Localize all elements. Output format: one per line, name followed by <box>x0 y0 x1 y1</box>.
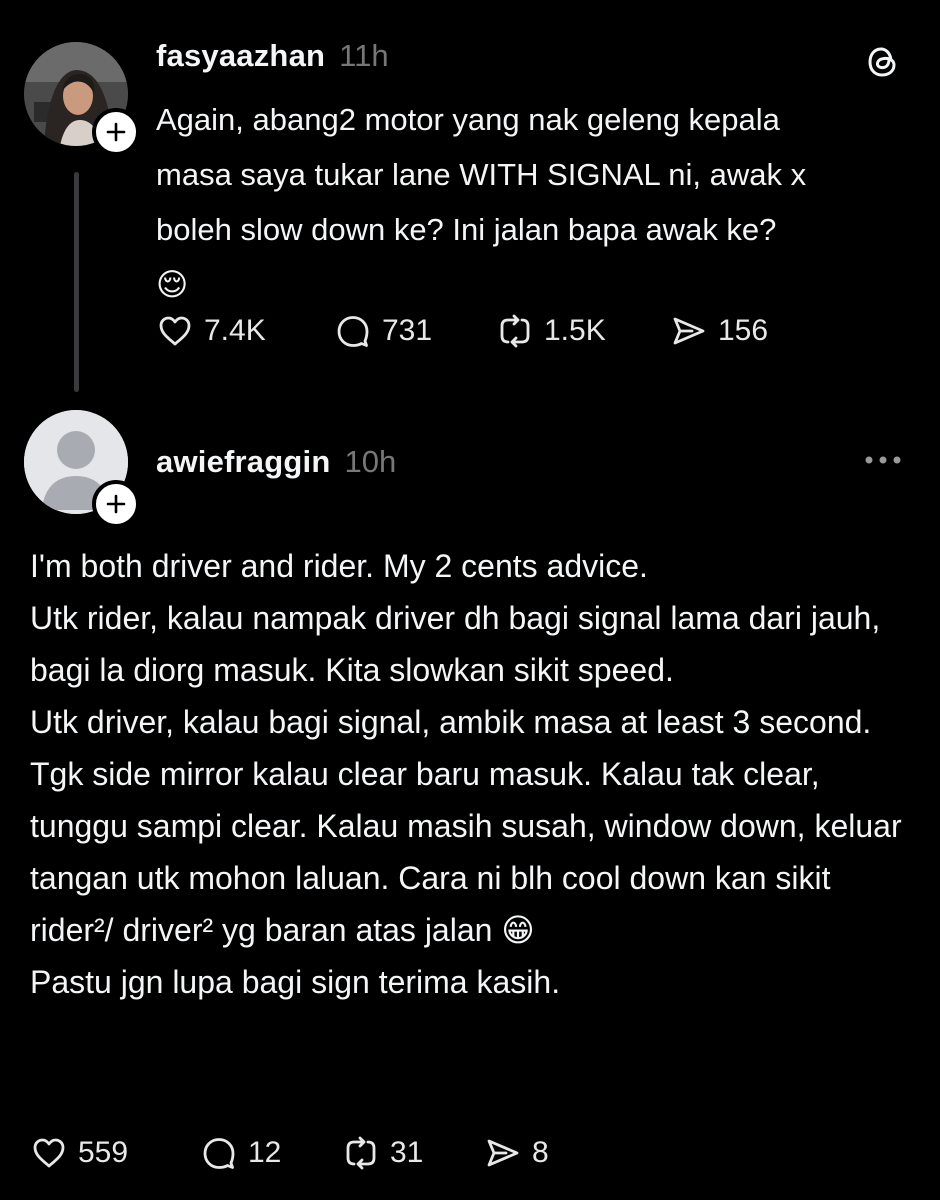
threads-conversation: fasyaazhan 11h Again, abang2 motor yang … <box>0 0 940 1200</box>
post-paragraph: Pastu jgn lupa bagi sign terima kasih. <box>30 964 561 1000</box>
post-actions: 559 12 31 8 <box>30 1134 549 1172</box>
heart-icon <box>33 1138 65 1168</box>
repost-icon <box>346 1136 376 1170</box>
post-header: fasyaazhan 11h <box>156 38 389 74</box>
post-header: awiefraggin 10h <box>156 444 396 480</box>
more-options-icon[interactable] <box>862 450 904 470</box>
comment-icon <box>203 1138 235 1169</box>
like-button[interactable]: 559 <box>30 1134 200 1172</box>
reply-count: 12 <box>248 1136 282 1169</box>
share-count: 8 <box>532 1136 549 1169</box>
repost-button[interactable]: 31 <box>342 1134 484 1172</box>
post-text-line: boleh slow down ke? Ini jalan bapa awak … <box>156 212 777 247</box>
heart-icon <box>159 316 191 346</box>
plus-icon <box>106 494 126 514</box>
like-button[interactable]: 7.4K <box>156 312 334 350</box>
post-timestamp: 10h <box>344 444 397 479</box>
reply-button[interactable]: 731 <box>334 312 496 350</box>
repost-count: 31 <box>390 1136 424 1169</box>
repost-icon <box>500 314 530 348</box>
username[interactable]: awiefraggin <box>156 444 330 480</box>
share-button[interactable]: 8 <box>484 1134 549 1172</box>
share-count: 156 <box>718 314 769 347</box>
comment-icon <box>337 316 369 347</box>
post-text-line: masa saya tukar lane WITH SIGNAL ni, awa… <box>156 157 807 192</box>
threads-logo <box>868 47 896 77</box>
post-body: Again, abang2 motor yang nak geleng kepa… <box>156 92 926 312</box>
like-count: 7.4K <box>204 314 266 347</box>
like-count: 559 <box>78 1136 129 1169</box>
follow-button[interactable] <box>92 480 140 528</box>
reply-count: 731 <box>382 314 433 347</box>
repost-button[interactable]: 1.5K <box>496 312 670 350</box>
post-body: I'm both driver and rider. My 2 cents ad… <box>30 540 920 1008</box>
post-paragraph: Utk driver, kalau bagi signal, ambik mas… <box>30 704 902 948</box>
post-actions: 7.4K 731 1.5K 156 <box>156 312 768 350</box>
repost-count: 1.5K <box>544 314 606 347</box>
reply-button[interactable]: 12 <box>200 1134 342 1172</box>
post-paragraph: Utk rider, kalau nampak driver dh bagi s… <box>30 600 881 688</box>
plus-icon <box>106 122 126 142</box>
send-icon <box>487 1139 519 1167</box>
post-emoji: 😌 <box>156 267 189 302</box>
send-icon <box>673 317 705 345</box>
username[interactable]: fasyaazhan <box>156 38 325 74</box>
post-paragraph: I'm both driver and rider. My 2 cents ad… <box>30 548 648 584</box>
share-button[interactable]: 156 <box>670 312 768 350</box>
post-text-line: Again, abang2 motor yang nak geleng kepa… <box>156 102 780 137</box>
follow-button[interactable] <box>92 108 140 156</box>
post-timestamp: 11h <box>339 38 389 73</box>
thread-connector-line <box>74 172 79 392</box>
